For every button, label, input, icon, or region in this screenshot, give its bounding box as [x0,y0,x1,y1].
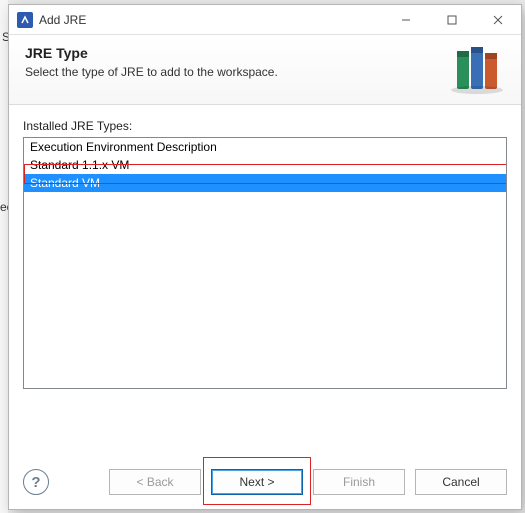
add-jre-dialog: Add JRE JRE Type Select the type of JRE … [8,4,522,510]
cancel-button[interactable]: Cancel [415,469,507,495]
background-stripe [0,0,8,513]
wizard-footer: ? < Back Next > Finish Cancel [9,459,521,509]
wizard-body: Installed JRE Types: Execution Environme… [9,105,521,459]
jre-types-list[interactable]: Execution Environment Description Standa… [23,137,507,389]
minimize-button[interactable] [383,5,429,35]
page-subtitle: Select the type of JRE to add to the wor… [25,65,505,79]
help-button[interactable]: ? [23,469,49,495]
next-button-wrap: Next > [211,469,303,495]
books-icon [451,41,509,95]
wizard-header: JRE Type Select the type of JRE to add t… [9,35,521,105]
back-button[interactable]: < Back [109,469,201,495]
titlebar: Add JRE [9,5,521,35]
app-icon [17,12,33,28]
help-icon: ? [31,474,40,491]
window-controls [383,5,521,35]
page-title: JRE Type [25,45,505,61]
list-item[interactable]: Standard VM [24,174,506,192]
next-button[interactable]: Next > [211,469,303,495]
window-title: Add JRE [39,13,86,27]
list-item[interactable]: Execution Environment Description [24,138,506,156]
finish-button[interactable]: Finish [313,469,405,495]
close-button[interactable] [475,5,521,35]
list-item[interactable]: Standard 1.1.x VM [24,156,506,174]
list-label: Installed JRE Types: [23,119,507,133]
maximize-button[interactable] [429,5,475,35]
